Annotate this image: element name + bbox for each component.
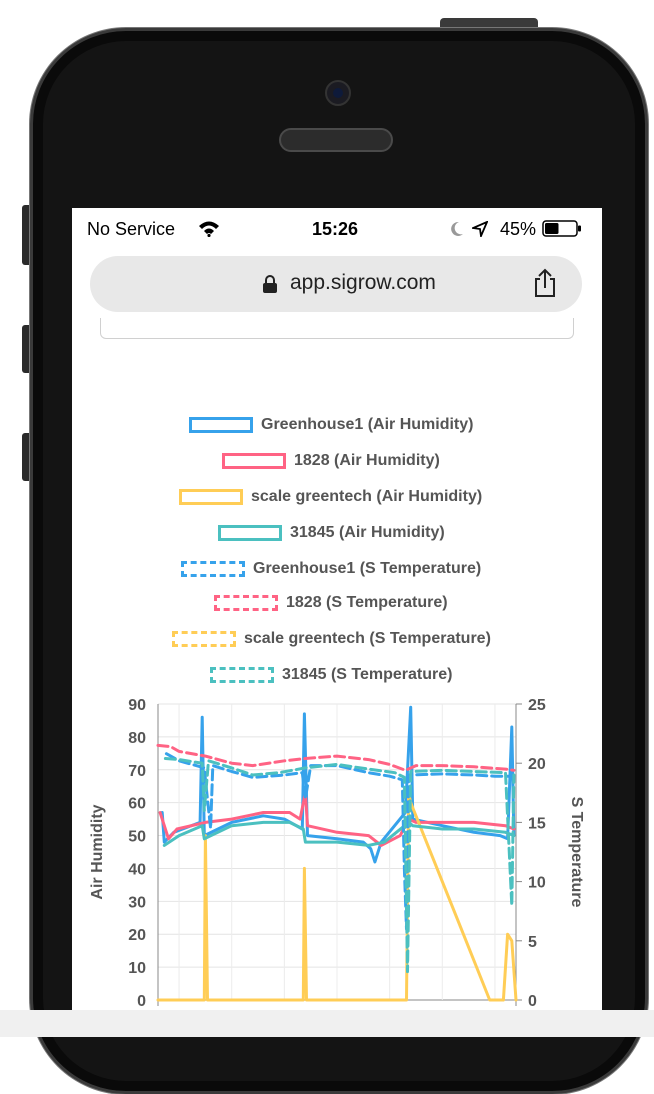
y-right-tick-label: 20 (528, 756, 546, 773)
previous-card-edge (100, 318, 574, 339)
y-right-axis-title: S Temperature (568, 797, 585, 908)
y-right-tick-label: 0 (528, 993, 537, 1010)
wifi-icon (199, 221, 219, 237)
humidity-temperature-chart: 01020304050607080900510152025Jun 11Jun 1… (89, 697, 585, 1037)
address-bar[interactable]: app.sigrow.com (90, 256, 582, 312)
speaker (279, 128, 393, 152)
legend-item[interactable]: 1828 (Air Humidity) (222, 452, 440, 474)
status-bar: No Service 15:26 45% (72, 208, 602, 248)
y-right-tick-label: 10 (528, 875, 546, 892)
y-left-tick-label: 30 (128, 894, 146, 911)
bottom-strip (0, 1010, 654, 1037)
status-time: 15:26 (312, 219, 359, 239)
y-left-tick-label: 80 (128, 730, 146, 747)
legend-swatch (222, 453, 286, 469)
carrier-label: No Service (87, 219, 176, 239)
moon-icon (451, 221, 463, 236)
series-line (163, 757, 516, 974)
y-left-tick-label: 50 (128, 829, 146, 846)
battery-icon (542, 220, 581, 237)
y-left-tick-label: 90 (128, 697, 146, 714)
y-left-tick-label: 0 (137, 993, 146, 1010)
series-line (160, 705, 516, 864)
location-arrow-icon (472, 221, 488, 237)
legend-label: Greenhouse1 (Air Humidity) (261, 416, 474, 433)
y-left-tick-label: 60 (128, 796, 146, 813)
y-right-tick-label: 25 (528, 697, 546, 714)
y-left-tick-label: 40 (128, 861, 146, 878)
battery-percent: 45% (500, 219, 537, 239)
legend-label: 1828 (Air Humidity) (294, 452, 440, 469)
y-right-tick-label: 15 (528, 815, 546, 832)
y-left-axis-title: Air Humidity (89, 804, 106, 899)
y-left-tick-label: 10 (128, 960, 146, 977)
y-right-tick-label: 5 (528, 934, 537, 951)
y-left-tick-label: 70 (128, 763, 146, 780)
y-left-tick-label: 20 (128, 927, 146, 944)
legend-item[interactable]: Greenhouse1 (Air Humidity) (189, 416, 473, 438)
legend-swatch (189, 417, 253, 433)
url-text: app.sigrow.com (290, 271, 436, 294)
lock-icon (263, 275, 277, 293)
share-icon[interactable] (532, 268, 558, 298)
camera (325, 80, 351, 106)
